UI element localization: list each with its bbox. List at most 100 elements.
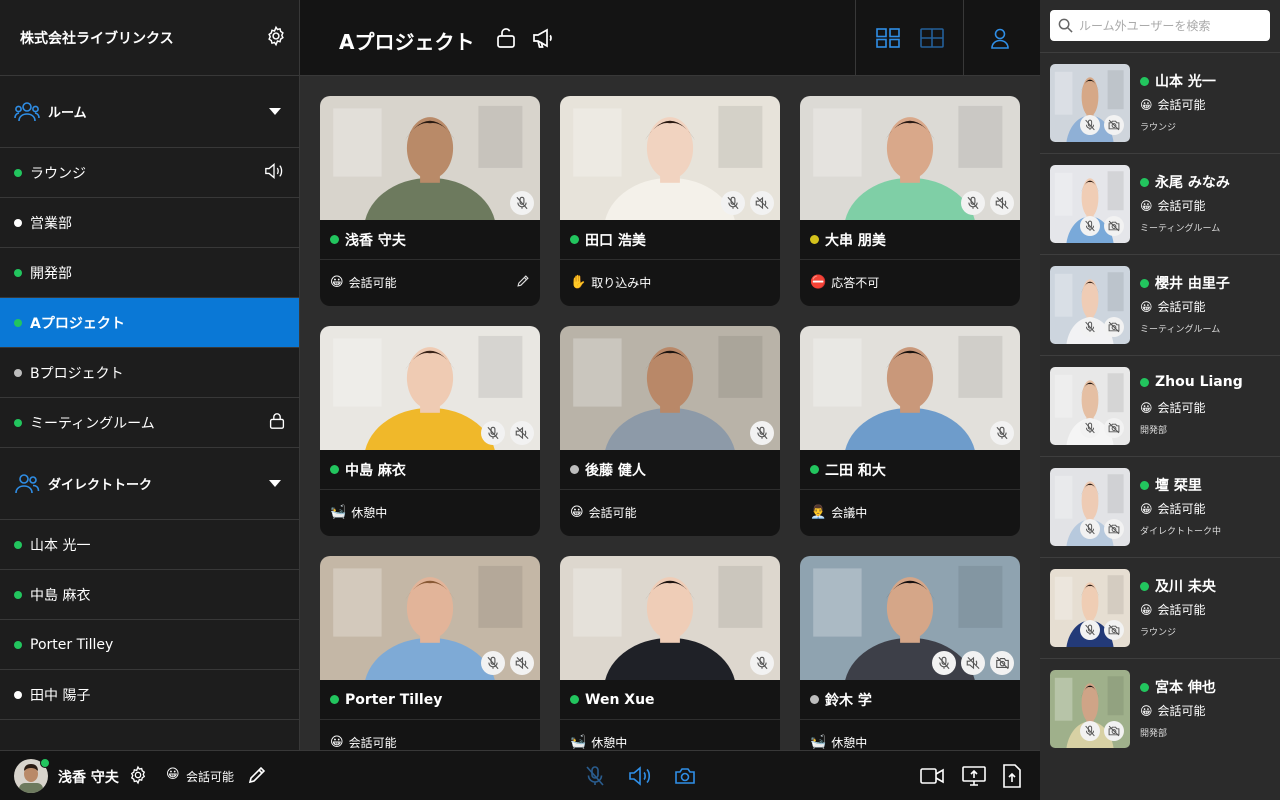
status-dot xyxy=(1140,278,1149,288)
camera-toggle-button[interactable] xyxy=(674,765,696,791)
participant-card[interactable]: 鈴木 学 🛀 休憩中 xyxy=(800,556,1020,750)
sidebar-direct-item[interactable]: 中島 麻衣 xyxy=(0,570,299,620)
self-status-emoji: 😀 xyxy=(166,767,180,782)
user-list-item[interactable]: 壇 栞里 😀 会話可能 ダイレクトトーク中 xyxy=(1040,456,1280,557)
status-dot xyxy=(14,218,22,227)
users-icon xyxy=(14,101,40,121)
sidebar-room-item-label: 開発部 xyxy=(30,265,72,282)
sidebar-room-item[interactable]: ミーティングルーム xyxy=(0,398,299,448)
sidebar-room-item[interactable]: 営業部 xyxy=(0,198,299,248)
speaker-toggle-button[interactable] xyxy=(628,765,652,791)
gear-icon xyxy=(130,765,146,785)
participant-name: Wen Xue xyxy=(585,691,655,708)
room-lock-button[interactable] xyxy=(496,27,516,53)
media-badges xyxy=(932,651,1014,675)
user-name: 櫻井 由里子 xyxy=(1155,276,1230,292)
self-name: 浅香 守夫 xyxy=(58,770,119,786)
sidebar-room-item[interactable]: 開発部 xyxy=(0,248,299,298)
file-upload-button[interactable] xyxy=(1003,764,1021,792)
rooms-section-header[interactable]: ルーム xyxy=(0,76,299,148)
sidebar-direct-item-label: 中島 麻衣 xyxy=(30,587,91,604)
grid-view-button[interactable] xyxy=(876,28,900,52)
user-status: 😀 会話可能 xyxy=(1140,500,1206,517)
sidebar-room-item[interactable]: Bプロジェクト xyxy=(0,348,299,398)
users-icon xyxy=(15,473,40,493)
org-settings-button[interactable] xyxy=(265,25,287,51)
edit-status-button[interactable] xyxy=(247,765,267,789)
user-name-row: 永尾 みなみ xyxy=(1140,172,1230,192)
user-name: Zhou Liang xyxy=(1155,374,1243,390)
media-badges xyxy=(750,421,774,445)
status-emoji: 😀 xyxy=(330,275,344,290)
user-list-item[interactable]: 及川 未央 😀 会話可能 ラウンジ xyxy=(1040,557,1280,658)
participant-video xyxy=(560,326,780,512)
status-text: 会話可能 xyxy=(1157,704,1206,718)
status-dot xyxy=(570,235,579,244)
chevron-down-icon[interactable] xyxy=(269,480,281,487)
user-name: 壇 栞里 xyxy=(1155,478,1202,494)
participant-name: Porter Tilley xyxy=(345,691,443,708)
announce-button[interactable] xyxy=(532,27,554,53)
gear-icon xyxy=(268,25,284,46)
user-list-item[interactable]: 宮本 伸也 😀 会話可能 開発部 xyxy=(1040,658,1280,759)
camera-off-icon xyxy=(1104,519,1124,539)
user-list-item[interactable]: 永尾 みなみ 😀 会話可能 ミーティングルーム xyxy=(1040,153,1280,254)
room-icon-wrap xyxy=(269,412,285,434)
participant-card[interactable]: 中島 麻衣 🛀 休憩中 xyxy=(320,326,540,536)
sidebar-room-item-label: Aプロジェクト xyxy=(30,315,125,332)
participant-grid: 浅香 守夫 😀 会話可能 田口 浩美 ✋ 取り込み中 大串 朋美 ⛔ 応答不可 中島 麻衣 🛀… xyxy=(300,76,1040,750)
mic-off-icon xyxy=(510,191,534,215)
user-location: ミーティングルーム xyxy=(1140,224,1221,234)
sidebar-room-item[interactable]: Aプロジェクト xyxy=(0,298,299,348)
sidebar-direct-item[interactable]: 山本 光一 xyxy=(0,520,299,570)
status-dot xyxy=(1140,682,1149,692)
sidebar-direct-item-label: 山本 光一 xyxy=(30,537,91,554)
sidebar-direct-item[interactable]: 田中 陽子 xyxy=(0,670,299,720)
edit-status-button[interactable] xyxy=(516,274,530,291)
participant-name-bar: 大串 朋美 xyxy=(800,220,1020,260)
user-status: 😀 会話可能 xyxy=(1140,399,1206,416)
unlock-icon xyxy=(497,28,515,48)
layout-icon xyxy=(920,28,944,48)
avatar[interactable] xyxy=(14,758,50,793)
status-dot xyxy=(570,465,579,474)
participant-name-bar: 二田 和大 xyxy=(800,450,1020,490)
sidebar-room-item-label: 営業部 xyxy=(30,215,72,232)
status-dot xyxy=(14,168,22,177)
user-list-item[interactable]: 櫻井 由里子 😀 会話可能 ミーティングルーム xyxy=(1040,254,1280,355)
participant-card[interactable]: Wen Xue 🛀 休憩中 xyxy=(560,556,780,750)
participant-card[interactable]: 後藤 健人 😀 会話可能 xyxy=(560,326,780,536)
user-name-row: 宮本 伸也 xyxy=(1140,677,1216,697)
user-list-item[interactable]: 山本 光一 😀 会話可能 ラウンジ xyxy=(1040,52,1280,153)
video-button[interactable] xyxy=(920,766,944,790)
sidebar-direct-item[interactable]: Porter Tilley xyxy=(0,620,299,670)
video-feed-image xyxy=(560,556,780,742)
profile-button[interactable] xyxy=(989,27,1011,53)
direct-section-header[interactable]: ダイレクトトーク xyxy=(0,448,299,520)
room-icon-wrap xyxy=(263,162,285,184)
user-list-item[interactable]: Zhou Liang 😀 会話可能 開発部 xyxy=(1040,355,1280,456)
participant-card[interactable]: Porter Tilley 😀 会話可能 xyxy=(320,556,540,750)
self-settings-button[interactable] xyxy=(128,765,148,789)
app-root: 株式会社ライブリンクス ルーム ラウンジ 営業部 開発部 Aプロジェクト Bプロジェクト… xyxy=(0,0,1280,800)
search-input[interactable] xyxy=(1079,18,1259,33)
speaker-icon xyxy=(629,766,651,786)
participant-card[interactable]: 二田 和大 👨‍💼 会議中 xyxy=(800,326,1020,536)
status-emoji: 🛀 xyxy=(570,735,587,750)
chevron-down-icon[interactable] xyxy=(269,108,281,115)
mic-toggle-button[interactable] xyxy=(584,765,606,791)
sidebar-room-item[interactable]: ラウンジ xyxy=(0,148,299,198)
focus-view-button[interactable] xyxy=(920,28,944,52)
status-dot xyxy=(14,418,22,427)
speaker-icon[interactable] xyxy=(263,162,285,180)
room-list: ラウンジ営業部開発部 Aプロジェクト Bプロジェクト ミーティングルーム xyxy=(0,148,299,448)
participant-card[interactable]: 浅香 守夫 😀 会話可能 xyxy=(320,96,540,306)
video-camera-icon xyxy=(920,768,944,784)
participant-video xyxy=(800,326,1020,512)
status-dot xyxy=(1140,480,1149,490)
participant-card[interactable]: 田口 浩美 ✋ 取り込み中 xyxy=(560,96,780,306)
user-name-row: 山本 光一 xyxy=(1140,71,1216,91)
participant-card[interactable]: 大串 朋美 ⛔ 応答不可 xyxy=(800,96,1020,306)
screen-share-button[interactable] xyxy=(962,764,986,792)
status-text: 休憩中 xyxy=(591,736,628,750)
